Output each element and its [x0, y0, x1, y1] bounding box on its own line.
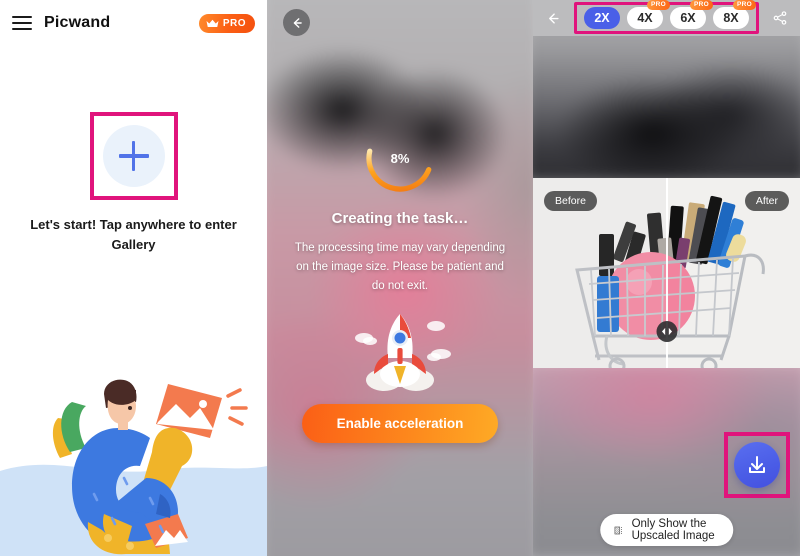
- add-photo-highlight[interactable]: [89, 112, 178, 200]
- share-button[interactable]: [768, 10, 792, 26]
- zoom-option-6x-label: 6X: [680, 11, 696, 25]
- left-right-arrows-icon: [661, 327, 672, 336]
- before-label: Before: [544, 191, 597, 211]
- zoom-option-4x[interactable]: 4X PRO: [627, 0, 670, 29]
- only-show-upscaled-label: Only Show the Upscaled Image: [631, 518, 715, 542]
- zoom-option-4x-label: 4X: [637, 11, 653, 25]
- screenshot-root: Picwand PRO Let's start! Tap anywhere to…: [0, 0, 800, 556]
- processing-title: Creating the task…: [331, 210, 469, 227]
- person-with-photos-illustration: [0, 379, 267, 556]
- back-button[interactable]: [541, 11, 565, 26]
- hamburger-menu-icon[interactable]: [12, 15, 32, 31]
- download-button[interactable]: [734, 442, 780, 488]
- zoom-option-8x[interactable]: 8X PRO: [713, 0, 756, 29]
- gallery-entry-area[interactable]: Let's start! Tap anywhere to enter Galle…: [0, 112, 267, 255]
- pro-badge: PRO: [733, 0, 756, 10]
- share-icon: [773, 11, 787, 25]
- zoom-option-8x-label: 8X: [723, 11, 739, 25]
- panel-result: 2X 4X PRO 6X PRO 8X PRO Before After Onl…: [533, 0, 800, 556]
- enable-acceleration-button[interactable]: Enable acceleration: [302, 404, 498, 443]
- before-after-comparison[interactable]: Before After: [533, 178, 800, 368]
- pro-badge: PRO: [690, 0, 713, 10]
- zoom-option-6x[interactable]: 6X PRO: [670, 0, 713, 29]
- arrow-left-icon: [293, 17, 302, 28]
- crown-icon: [206, 19, 219, 27]
- rocket-icon: [355, 314, 451, 391]
- pro-upgrade-button[interactable]: PRO: [198, 13, 255, 33]
- download-icon: [749, 456, 765, 473]
- panel-gallery-home: Picwand PRO Let's start! Tap anywhere to…: [0, 0, 267, 556]
- plus-icon[interactable]: [102, 125, 165, 187]
- panel-processing: 8% Creating the task… The processing tim…: [267, 0, 533, 556]
- processing-description: The processing time may vary depending o…: [294, 242, 506, 292]
- pro-badge: PRO: [647, 0, 670, 10]
- pro-label: PRO: [222, 17, 246, 29]
- zoom-option-2x-label: 2X: [594, 11, 610, 25]
- hatched-image-icon: [614, 526, 622, 534]
- result-toolbar: 2X 4X PRO 6X PRO 8X PRO: [533, 0, 800, 36]
- back-button[interactable]: [283, 9, 310, 36]
- download-button-highlight: [724, 432, 790, 498]
- after-label: After: [744, 191, 789, 211]
- start-instruction-text: Let's start! Tap anywhere to enter Galle…: [30, 217, 237, 252]
- progress-percent-label: 8%: [390, 150, 410, 166]
- zoom-level-group-highlight: 2X 4X PRO 6X PRO 8X PRO: [574, 0, 759, 34]
- app-header: Picwand PRO: [0, 0, 267, 46]
- progress-ring: 8%: [364, 122, 436, 194]
- arrow-left-icon: [548, 12, 559, 24]
- zoom-option-2x[interactable]: 2X: [584, 7, 620, 29]
- app-title: Picwand: [44, 14, 111, 31]
- only-show-upscaled-toggle[interactable]: Only Show the Upscaled Image: [599, 514, 734, 546]
- compare-slider-handle-icon[interactable]: [656, 321, 677, 342]
